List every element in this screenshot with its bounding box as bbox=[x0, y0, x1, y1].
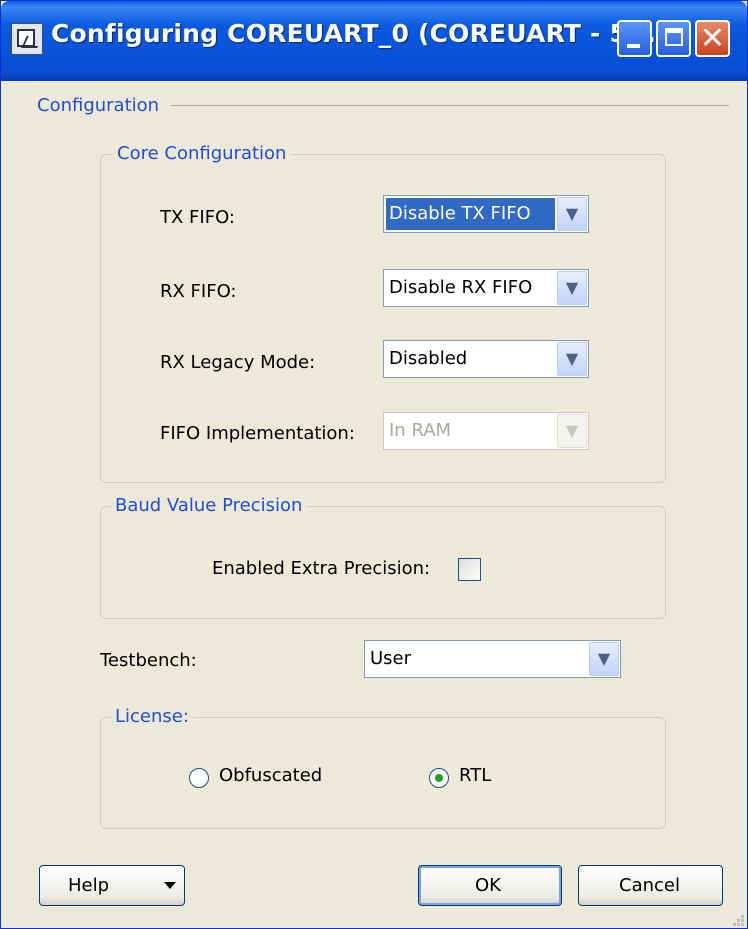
rtl-radio[interactable] bbox=[429, 768, 449, 788]
app-icon bbox=[11, 23, 43, 55]
close-button[interactable]: ✕ bbox=[695, 20, 730, 57]
maximize-icon bbox=[665, 28, 683, 46]
fifo-implementation-value: In RAM bbox=[389, 420, 452, 441]
dropdown-arrow-icon bbox=[164, 882, 176, 889]
help-button[interactable]: Help bbox=[39, 865, 185, 906]
chevron-down-icon[interactable]: ▼ bbox=[557, 342, 587, 376]
fifo-implementation-label: FIFO Implementation: bbox=[160, 423, 355, 444]
cancel-button[interactable]: Cancel bbox=[578, 865, 723, 906]
configuration-divider bbox=[171, 105, 729, 106]
minimize-button[interactable] bbox=[617, 20, 652, 57]
close-icon: ✕ bbox=[699, 21, 726, 56]
chevron-down-icon[interactable]: ▼ bbox=[557, 197, 587, 231]
cancel-button-label: Cancel bbox=[619, 875, 680, 896]
tx-fifo-value: Disable TX FIFO bbox=[386, 198, 555, 230]
rx-legacy-mode-select[interactable]: Disabled ▼ bbox=[383, 340, 589, 378]
dialog-window: Configuring COREUART_0 (COREUART - 5....… bbox=[0, 0, 748, 929]
extra-precision-label: Enabled Extra Precision: bbox=[212, 558, 431, 579]
chevron-down-icon[interactable]: ▼ bbox=[589, 642, 619, 676]
configuration-heading: Configuration bbox=[37, 95, 160, 116]
help-button-label: Help bbox=[68, 875, 110, 896]
extra-precision-checkbox[interactable] bbox=[458, 558, 481, 581]
fifo-implementation-select: In RAM ▼ bbox=[383, 412, 589, 450]
radio-selected-dot bbox=[435, 774, 443, 782]
license-legend: License: bbox=[111, 706, 193, 727]
tx-fifo-label: TX FIFO: bbox=[160, 207, 235, 228]
license-group: License: bbox=[100, 706, 666, 829]
chevron-down-icon: ▼ bbox=[557, 414, 587, 448]
resize-grip[interactable] bbox=[729, 911, 745, 927]
testbench-value: User bbox=[370, 648, 412, 669]
title-bar[interactable]: Configuring COREUART_0 (COREUART - 5....… bbox=[1, 1, 747, 81]
tx-fifo-select[interactable]: Disable TX FIFO ▼ bbox=[383, 195, 589, 233]
ok-button-label: OK bbox=[475, 875, 501, 896]
obfuscated-radio[interactable] bbox=[189, 768, 209, 788]
rx-legacy-mode-value: Disabled bbox=[389, 348, 468, 369]
window-title: Configuring COREUART_0 (COREUART - 5.... bbox=[51, 19, 666, 48]
rx-fifo-label: RX FIFO: bbox=[160, 281, 237, 302]
obfuscated-label[interactable]: Obfuscated bbox=[219, 765, 322, 786]
chevron-down-icon[interactable]: ▼ bbox=[557, 271, 587, 305]
minimize-icon bbox=[627, 44, 640, 48]
rx-fifo-select[interactable]: Disable RX FIFO ▼ bbox=[383, 269, 589, 307]
rtl-label[interactable]: RTL bbox=[459, 765, 491, 786]
baud-value-precision-legend: Baud Value Precision bbox=[111, 495, 307, 516]
rx-legacy-mode-label: RX Legacy Mode: bbox=[160, 352, 316, 373]
testbench-select[interactable]: User ▼ bbox=[364, 640, 621, 678]
core-configuration-legend: Core Configuration bbox=[113, 143, 291, 164]
rx-fifo-value: Disable RX FIFO bbox=[389, 277, 533, 298]
maximize-button[interactable] bbox=[656, 20, 691, 57]
testbench-label: Testbench: bbox=[100, 650, 197, 671]
ok-button[interactable]: OK bbox=[418, 865, 562, 906]
